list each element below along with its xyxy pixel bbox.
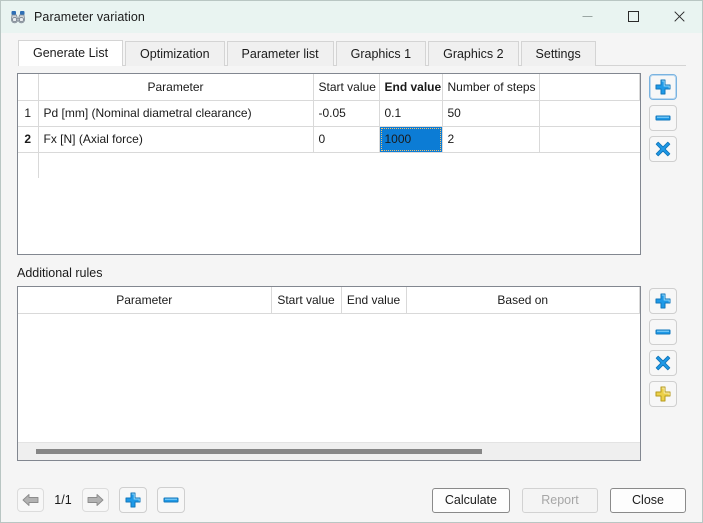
parameter-grid-toolbar <box>649 66 677 167</box>
previous-page-button[interactable] <box>17 488 44 512</box>
tab-strip: Generate List Optimization Parameter lis… <box>1 38 702 66</box>
header-rownum <box>18 74 39 101</box>
plus-yellow-icon <box>655 386 671 402</box>
tab-settings[interactable]: Settings <box>520 41 596 66</box>
title-bar: Parameter variation <box>1 1 702 33</box>
cell-parameter[interactable]: Pd [mm] (Nominal diametral clearance) <box>38 100 314 127</box>
x-blue-icon <box>655 141 671 157</box>
maximize-button[interactable] <box>610 1 656 32</box>
calculate-button[interactable]: Calculate <box>431 487 510 513</box>
header-parameter[interactable]: Parameter <box>38 74 314 101</box>
minimize-button[interactable] <box>564 1 610 32</box>
row-number: 1 <box>18 100 39 127</box>
additional-rules-label: Additional rules <box>17 266 103 280</box>
plus-blue-icon <box>125 492 141 508</box>
cell-filler <box>539 126 640 153</box>
next-page-button[interactable] <box>82 488 109 512</box>
close-button-bottom[interactable]: Close <box>610 487 686 513</box>
cell-start-value[interactable]: 0 <box>313 126 380 153</box>
parameter-grid[interactable]: Parameter Start value End value Number o… <box>17 73 641 255</box>
parameter-grid-row: Parameter Start value End value Number o… <box>17 66 686 255</box>
row-number-empty <box>18 152 39 178</box>
minus-blue-icon <box>163 497 179 503</box>
header-filler <box>539 74 640 101</box>
cell-number-of-steps[interactable]: 50 <box>442 100 540 127</box>
x-blue-icon <box>655 355 671 371</box>
table-row[interactable]: 1 Pd [mm] (Nominal diametral clearance) … <box>18 100 640 127</box>
minus-blue-icon <box>655 115 671 121</box>
additional-rules-grid[interactable]: Parameter Start value End value Based on <box>17 286 641 461</box>
add-special-rule-button[interactable] <box>649 381 677 407</box>
bottom-bar: 1/1 Calculate Report Close <box>1 478 702 522</box>
rules-header-end-value[interactable]: End value <box>341 287 407 314</box>
binoculars-icon <box>10 9 26 25</box>
tab-generate-list[interactable]: Generate List <box>18 40 124 66</box>
remove-rule-button[interactable] <box>649 319 677 345</box>
header-start-value[interactable]: Start value <box>313 74 380 101</box>
parameter-variation-window: Parameter variation Generate List Optimi… <box>0 0 703 523</box>
remove-parameter-button[interactable] <box>649 105 677 131</box>
cell-parameter[interactable]: Fx [N] (Axial force) <box>38 126 314 153</box>
close-button[interactable] <box>656 1 702 32</box>
row-number: 2 <box>18 126 39 153</box>
header-end-value[interactable]: End value <box>379 74 443 101</box>
tab-graphics-2[interactable]: Graphics 2 <box>428 41 519 66</box>
remove-page-button[interactable] <box>157 487 185 513</box>
cell-start-value[interactable]: -0.05 <box>313 100 380 127</box>
dialog-buttons: Calculate Report Close <box>431 487 686 513</box>
add-parameter-button[interactable] <box>649 74 677 100</box>
window-title: Parameter variation <box>34 9 145 24</box>
cell-filler <box>539 100 640 127</box>
plus-blue-icon <box>655 293 671 309</box>
page-indicator: 1/1 <box>54 493 72 507</box>
tab-content-generate-list: Parameter Start value End value Number o… <box>1 66 702 478</box>
rules-header-based-on[interactable]: Based on <box>406 287 640 314</box>
additional-rules-row: Parameter Start value End value Based on <box>17 282 686 461</box>
tab-optimization[interactable]: Optimization <box>125 41 225 66</box>
maximize-icon <box>627 11 639 22</box>
arrow-left-icon <box>22 494 39 506</box>
cell-end-value-text: 1000 <box>384 132 412 146</box>
add-page-button[interactable] <box>119 487 147 513</box>
cell-number-of-steps[interactable]: 2 <box>442 126 540 153</box>
additional-rules-toolbar <box>649 282 677 412</box>
header-number-of-steps[interactable]: Number of steps <box>442 74 540 101</box>
arrow-right-icon <box>87 494 104 506</box>
empty-area <box>38 152 640 178</box>
minus-blue-icon <box>655 329 671 335</box>
plus-blue-icon <box>655 79 671 95</box>
window-controls <box>564 1 702 32</box>
add-rule-button[interactable] <box>649 288 677 314</box>
table-row[interactable]: 2 Fx [N] (Axial force) 0 1000 2 <box>18 126 640 153</box>
horizontal-scrollbar[interactable] <box>18 442 640 460</box>
page-navigation: 1/1 <box>17 487 185 513</box>
delete-all-rules-button[interactable] <box>649 350 677 376</box>
rules-header-start-value[interactable]: Start value <box>271 287 342 314</box>
rules-header-parameter[interactable]: Parameter <box>18 287 272 314</box>
table-header-row: Parameter Start value End value Number o… <box>18 74 640 101</box>
tab-parameter-list[interactable]: Parameter list <box>226 41 334 66</box>
cell-end-value[interactable]: 0.1 <box>379 100 443 127</box>
scrollbar-thumb[interactable] <box>36 449 482 454</box>
tab-graphics-1[interactable]: Graphics 1 <box>335 41 427 66</box>
delete-all-parameters-button[interactable] <box>649 136 677 162</box>
cell-end-value-selected[interactable]: 1000 <box>379 126 443 153</box>
report-button[interactable]: Report <box>522 487 598 513</box>
close-icon <box>673 11 685 22</box>
minimize-icon <box>582 16 592 17</box>
table-empty-row <box>18 152 640 178</box>
rules-header-row: Parameter Start value End value Based on <box>18 287 640 314</box>
